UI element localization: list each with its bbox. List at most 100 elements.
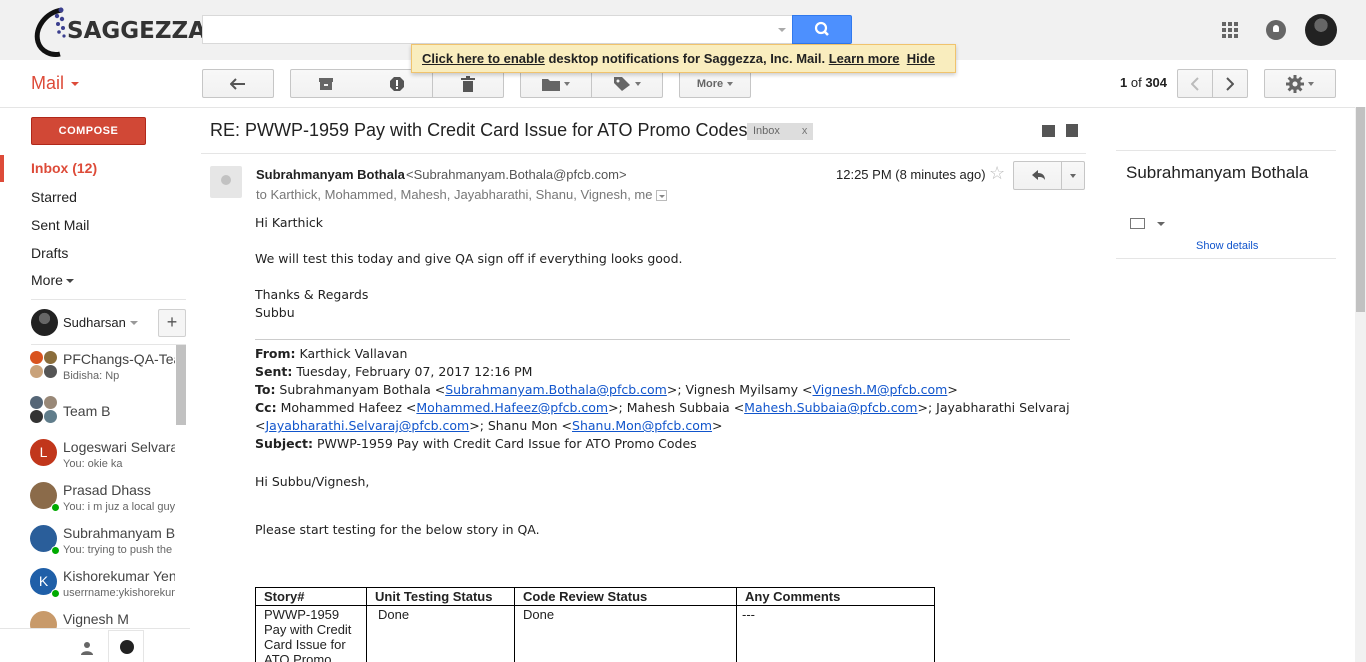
older-button[interactable] (1212, 69, 1248, 98)
email-link[interactable]: Shanu.Mon@pfcb.com (572, 418, 712, 433)
sidebar-item-inbox[interactable]: Inbox (12) (0, 155, 190, 182)
more-actions-button[interactable]: More (679, 69, 751, 98)
main-scrollbar[interactable] (1355, 107, 1366, 662)
hangouts-my-avatar[interactable] (31, 309, 58, 336)
search-button[interactable] (792, 15, 852, 44)
status-caret-icon[interactable] (130, 321, 138, 325)
quoted-cc: Cc: Mohammed Hafeez <Mohammed.Hafeez@pfc… (255, 400, 1070, 415)
hangouts-my-name[interactable]: Sudharsan (63, 315, 126, 330)
chevron-right-icon (1226, 76, 1234, 91)
search-options-caret-icon[interactable] (778, 28, 786, 32)
table-cell: PWWP-1959 Pay with Credit Card Issue for… (255, 605, 367, 662)
sidebar-item-more[interactable]: More (31, 272, 74, 288)
online-status-icon (51, 503, 60, 512)
sender-name[interactable]: Subrahmanyam Bothala (256, 167, 405, 182)
contact-panel-divider-bottom (1116, 258, 1336, 259)
group-avatar (30, 396, 57, 423)
chat-list: PFChangs-QA-Team Bidisha: Np Team B L Lo… (0, 345, 190, 628)
settings-caret-icon (1308, 81, 1314, 86)
new-conversation-button[interactable]: + (158, 309, 186, 337)
sidebar-item-sent-mail[interactable]: Sent Mail (31, 217, 89, 233)
group-avatar (30, 351, 57, 378)
chat-item-prasad[interactable]: Prasad Dhass You: i m juz a local guy (30, 482, 180, 522)
email-link[interactable]: Mohammed.Hafeez@pfcb.com (416, 400, 608, 415)
archive-button[interactable] (290, 69, 362, 98)
quoted-line: Please start testing for the below story… (255, 522, 540, 537)
chat-last-message: Bidisha: Np (63, 370, 120, 382)
more-actions-caret-icon (727, 81, 734, 86)
account-avatar[interactable] (1305, 14, 1337, 46)
table-header: Story# (255, 587, 367, 606)
email-link[interactable]: Mahesh.Subbaia@pfcb.com (744, 400, 917, 415)
mail-switcher[interactable]: Mail (31, 73, 64, 94)
reply-button[interactable] (1013, 161, 1062, 190)
inbox-label-tag[interactable]: Inbox x (747, 123, 814, 140)
mail-switcher-caret-icon[interactable] (71, 82, 79, 86)
apps-grid-icon[interactable] (1222, 22, 1239, 39)
print-icon[interactable] (1042, 125, 1055, 137)
settings-button[interactable] (1264, 69, 1336, 98)
subject-divider (201, 153, 1086, 154)
chat-scrollbar[interactable] (176, 345, 186, 425)
online-status-icon (51, 589, 60, 598)
email-link[interactable]: Vignesh.M@pfcb.com (813, 382, 948, 397)
chat-item-vignesh[interactable]: Vignesh M (30, 611, 180, 628)
chat-item-pfchangs[interactable]: PFChangs-QA-Team Bidisha: Np (30, 351, 180, 391)
newer-button[interactable] (1177, 69, 1213, 98)
sender-email: <Subrahmanyam.Bothala@pfcb.com> (406, 167, 627, 182)
envelope-icon[interactable] (1130, 218, 1145, 229)
compose-button[interactable]: COMPOSE (31, 117, 146, 145)
table-header-row: Story# Unit Testing Status Code Review S… (255, 587, 935, 606)
sidebar-item-inbox-label: Inbox (12) (31, 160, 98, 176)
quote-divider (255, 339, 1070, 340)
contact-name: Subrahmanyam Bothala (1126, 163, 1309, 182)
logo-swirl-icon (34, 7, 66, 57)
saggezza-logo[interactable]: SAGGEZZA (30, 2, 206, 58)
contact-actions-caret-icon[interactable] (1157, 222, 1165, 226)
quoted-to: To: Subrahmanyam Bothala <Subrahmanyam.B… (255, 382, 958, 397)
chat-last-message: You: okie ka (63, 458, 123, 470)
hangouts-bottom-bar (0, 628, 190, 662)
chat-item-team-b[interactable]: Team B (30, 396, 180, 436)
gear-icon (1286, 74, 1304, 93)
chat-item-subrahmanyam[interactable]: Subrahmanyam Bothala You: trying to push… (30, 525, 180, 565)
quoted-subject: Subject: PWWP-1959 Pay with Credit Card … (255, 436, 697, 451)
delete-button[interactable] (432, 69, 504, 98)
quoted-sent: Sent: Tuesday, February 07, 2017 12:16 P… (255, 364, 533, 379)
chat-item-kishorekumar[interactable]: K Kishorekumar Yengal userrname:ykishore… (30, 568, 180, 608)
person-icon[interactable] (80, 641, 94, 655)
labels-button[interactable] (591, 69, 663, 98)
learn-more-link[interactable]: Learn more (829, 51, 900, 66)
table-header: Any Comments (736, 587, 935, 606)
more-reply-options-button[interactable] (1061, 161, 1085, 190)
back-to-inbox-button[interactable] (202, 69, 274, 98)
show-details-caret-icon[interactable] (656, 190, 668, 201)
chevron-down-icon (65, 279, 74, 283)
hangouts-icon[interactable] (108, 630, 144, 662)
chat-name: Logeswari Selvaraj (63, 439, 175, 455)
chat-last-message: You: i m juz a local guy (63, 501, 175, 513)
email-link[interactable]: Jayabharathi.Selvaraj@pfcb.com (265, 418, 469, 433)
report-spam-button[interactable] (361, 69, 433, 98)
star-icon[interactable]: ☆ (989, 163, 1005, 184)
search-input[interactable] (202, 15, 792, 44)
sender-avatar[interactable] (210, 166, 242, 198)
chat-name: PFChangs-QA-Team (63, 351, 175, 367)
back-arrow-icon (230, 77, 245, 90)
enable-notifications-link[interactable]: Click here to enable (422, 51, 545, 66)
show-details-link[interactable]: Show details (1196, 240, 1258, 252)
sidebar-item-starred[interactable]: Starred (31, 189, 77, 205)
hide-notification-link[interactable]: Hide (907, 51, 935, 66)
notifications-bell-icon[interactable] (1266, 20, 1286, 40)
table-header: Unit Testing Status (366, 587, 515, 606)
body-line: We will test this today and give QA sign… (255, 251, 683, 266)
sidebar-item-drafts[interactable]: Drafts (31, 245, 68, 261)
move-to-button[interactable] (520, 69, 592, 98)
email-link[interactable]: Subrahmanyam.Bothala@pfcb.com (445, 382, 667, 397)
toolbar-divider (0, 107, 1366, 108)
pagination-text: 1 of 304 (1120, 75, 1167, 90)
chat-item-logeswari[interactable]: L Logeswari Selvaraj You: okie ka (30, 439, 180, 479)
new-window-icon[interactable] (1066, 124, 1078, 137)
remove-label-button[interactable]: x (802, 125, 808, 137)
search-icon (814, 21, 829, 36)
